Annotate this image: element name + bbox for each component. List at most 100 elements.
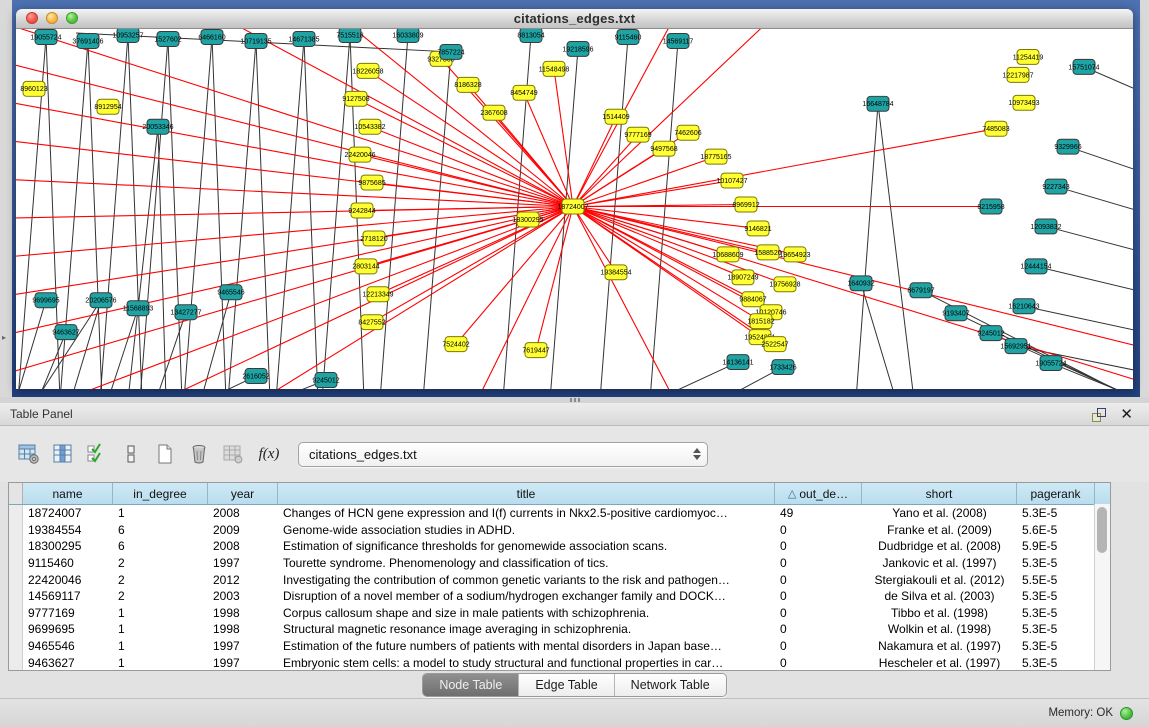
graph-node[interactable]: 9127508 <box>342 91 369 106</box>
graph-node[interactable]: 9699695 <box>32 293 59 308</box>
zoom-window-button[interactable] <box>66 12 78 24</box>
graph-node[interactable]: 1588520 <box>754 245 781 260</box>
column-header-3[interactable]: title <box>278 483 775 504</box>
citation-edge-black[interactable] <box>184 37 212 389</box>
column-header-4[interactable]: △out_de… <box>775 483 862 504</box>
new-table-button[interactable] <box>150 439 180 469</box>
tab-node-table[interactable]: Node Table <box>423 674 519 696</box>
graph-node[interactable]: 19756928 <box>769 277 800 292</box>
column-header-5[interactable]: short <box>862 483 1017 504</box>
graph-node[interactable]: 15751074 <box>1068 59 1099 74</box>
graph-node[interactable]: 15692951 <box>1000 339 1031 354</box>
table-row[interactable]: 977716911998Corpus callosum shape and si… <box>9 605 1110 622</box>
table-row[interactable]: 969969511998Structural magnetic resonanc… <box>9 621 1110 638</box>
table-row[interactable]: 1872400712008Changes of HCN gene express… <box>9 505 1110 522</box>
graph-node[interactable]: 9497568 <box>650 141 677 156</box>
divider-grip[interactable] <box>570 398 582 402</box>
graph-node[interactable]: 12217987 <box>1002 67 1033 82</box>
graph-node[interactable]: 14136141 <box>722 355 753 370</box>
delete-entry-button[interactable] <box>184 439 214 469</box>
table-row[interactable]: 1938455462009Genome-wide association stu… <box>9 522 1110 539</box>
graph-node[interactable]: 12093832 <box>1030 219 1061 234</box>
graph-node[interactable]: 7857224 <box>437 44 464 59</box>
graph-node[interactable]: 2803144 <box>352 259 379 274</box>
graph-node[interactable]: 1640932 <box>847 276 874 291</box>
graph-node[interactable]: 9115460 <box>615 29 642 44</box>
citation-edge-black[interactable] <box>650 41 678 389</box>
table-selector-dropdown[interactable]: citations_edges.txt <box>298 442 708 467</box>
graph-node[interactable]: 10973493 <box>1008 95 1039 110</box>
graph-node[interactable]: 7619447 <box>522 343 549 358</box>
graph-node[interactable]: 20053346 <box>142 119 173 134</box>
tab-edge-table[interactable]: Edge Table <box>519 674 614 696</box>
panel-collapse-arrow-icon[interactable]: ▸ <box>2 333 6 342</box>
tab-network-table[interactable]: Network Table <box>615 674 726 696</box>
table-row[interactable]: 946362711997Embryonic stem cells: a mode… <box>9 654 1110 670</box>
citation-edge-red[interactable] <box>16 207 573 339</box>
graph-node[interactable]: 2718120 <box>360 231 387 246</box>
close-window-button[interactable] <box>26 12 38 24</box>
graph-node[interactable]: 16033809 <box>392 29 423 42</box>
column-header-1[interactable]: in_degree <box>113 483 208 504</box>
citation-edge-red[interactable] <box>378 207 573 295</box>
table-row[interactable]: 2242004622012Investigating the contribut… <box>9 571 1110 588</box>
graph-node[interactable]: 1815182 <box>747 314 774 329</box>
citation-edge-black[interactable] <box>1024 306 1133 332</box>
citation-edge-red[interactable] <box>16 139 573 207</box>
graph-node[interactable]: 12444154 <box>1020 259 1051 274</box>
memory-ok-indicator-icon[interactable] <box>1120 707 1133 720</box>
network-window-titlebar[interactable]: citations_edges.txt <box>16 9 1133 29</box>
graph-node[interactable]: 16210643 <box>1008 299 1039 314</box>
graph-node[interactable]: 9463627 <box>52 325 79 340</box>
citation-edge-black[interactable] <box>16 300 46 389</box>
graph-node[interactable]: 8454749 <box>510 85 537 100</box>
column-header-2[interactable]: year <box>208 483 278 504</box>
citation-edge-red[interactable] <box>356 99 573 207</box>
column-header-6[interactable]: pagerank <box>1017 483 1095 504</box>
network-canvas[interactable]: 1872400718300295896012389129541822605891… <box>16 29 1133 389</box>
minimize-window-button[interactable] <box>46 12 58 24</box>
citation-edge-black[interactable] <box>168 39 182 389</box>
citation-edge-red[interactable] <box>554 69 573 207</box>
citation-edge-black[interactable] <box>276 39 304 389</box>
graph-node[interactable]: 19654923 <box>779 247 810 262</box>
citation-edge-red[interactable] <box>16 59 573 207</box>
table-row[interactable]: 911546021997Tourette syndrome. Phenomeno… <box>9 555 1110 572</box>
graph-node[interactable]: 11254419 <box>1013 49 1044 64</box>
graph-node[interactable]: 9465546 <box>217 285 244 300</box>
graph-node[interactable]: 8912954 <box>94 99 121 114</box>
graph-node[interactable]: 2616052 <box>242 369 269 384</box>
graph-node[interactable]: 8969912 <box>732 197 759 212</box>
graph-node[interactable]: 7515518 <box>336 29 363 42</box>
graph-node[interactable]: 8679197 <box>907 283 934 298</box>
graph-node[interactable]: 1733426 <box>769 360 796 375</box>
graph-node[interactable]: 8186328 <box>454 77 481 92</box>
citation-edge-black[interactable] <box>256 41 270 389</box>
graph-node[interactable]: 19218596 <box>562 41 593 56</box>
delete-table-button[interactable] <box>218 439 248 469</box>
citation-edge-red[interactable] <box>573 207 761 322</box>
citation-edge-red[interactable] <box>573 157 716 207</box>
graph-node[interactable]: 9245012 <box>977 326 1004 341</box>
graph-node[interactable]: 9329966 <box>1054 139 1081 154</box>
show-column-button[interactable] <box>48 439 78 469</box>
close-panel-icon[interactable]: ✕ <box>1120 408 1133 421</box>
table-row[interactable]: 946554611997Estimation of the future num… <box>9 638 1110 655</box>
graph-node[interactable]: 22420046 <box>344 147 375 162</box>
graph-node[interactable]: 11548498 <box>539 61 570 76</box>
citation-edge-red[interactable] <box>16 179 573 207</box>
graph-node[interactable]: 19384554 <box>600 265 631 280</box>
table-row[interactable]: 1830029562008Estimation of significance … <box>9 538 1110 555</box>
function-builder-button[interactable]: f(x) <box>252 446 286 463</box>
graph-node[interactable]: 9777169 <box>624 127 651 142</box>
citation-edge-black[interactable] <box>71 300 101 389</box>
citation-edge-red[interactable] <box>494 113 573 207</box>
scrollbar-thumb[interactable] <box>1097 507 1107 553</box>
citation-edge-red[interactable] <box>16 207 573 219</box>
graph-node[interactable]: 16648784 <box>862 96 893 111</box>
graph-node[interactable]: 20206576 <box>85 293 116 308</box>
table-row[interactable]: 1456911722003Disruption of a novel membe… <box>9 588 1110 605</box>
graph-node[interactable]: 8215958 <box>977 199 1004 214</box>
graph-node[interactable]: 19055724 <box>1035 356 1066 371</box>
graph-node[interactable]: 14569117 <box>663 33 694 48</box>
